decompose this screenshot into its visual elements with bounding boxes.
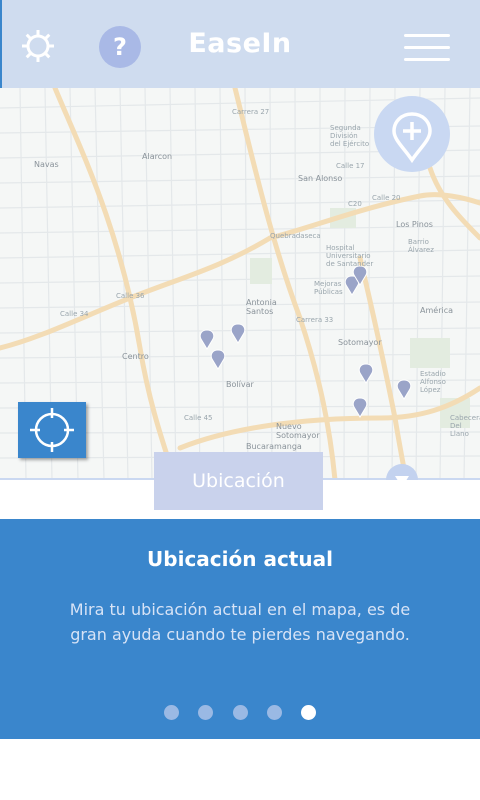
- map-label: Cabecera Del Llano: [450, 414, 480, 438]
- map-label: Estadio Alfonso López: [420, 370, 446, 394]
- map-label: Bolívar: [226, 380, 254, 389]
- page-indicator: [0, 705, 480, 721]
- top-bar: ? EaseIn: [0, 0, 480, 88]
- map-label: Mejoras Públicas: [314, 280, 343, 296]
- menu-icon[interactable]: [404, 32, 454, 64]
- gear-icon[interactable]: [20, 28, 56, 64]
- page-dot-active[interactable]: [300, 705, 316, 720]
- onboarding-screen: ? EaseIn Navas Alarcon San Alonso Segund…: [0, 0, 480, 800]
- map-label: Barrio Álvarez: [408, 238, 434, 254]
- map-label: Calle 20: [372, 194, 401, 202]
- map-label: Hospital Universitario de Santander: [326, 244, 374, 268]
- crosshair-icon: [30, 408, 74, 452]
- map-label: Quebradaseca: [270, 232, 321, 240]
- locate-me-button[interactable]: [18, 402, 86, 458]
- map-label: Nuevo Sotomayor: [276, 422, 320, 440]
- map-label: Calle 45: [184, 414, 213, 422]
- collapse-button[interactable]: [386, 464, 418, 480]
- map-label: Calle 17: [336, 162, 365, 170]
- map-label: Alarcon: [142, 152, 173, 161]
- location-button[interactable]: Ubicación: [154, 452, 323, 510]
- map-label: Antonia Santos: [246, 298, 277, 316]
- page-dot[interactable]: [232, 705, 248, 720]
- map-view[interactable]: Navas Alarcon San Alonso Segunda Divisió…: [0, 88, 480, 480]
- plus-pin-icon: [392, 112, 432, 164]
- map-label: Segunda División del Ejército: [330, 124, 370, 148]
- map-label: América: [420, 306, 453, 315]
- chevron-down-icon: [395, 476, 409, 480]
- map-label: Navas: [34, 160, 59, 169]
- zoom-in-button[interactable]: [374, 96, 450, 172]
- map-label: Los Pinos: [396, 220, 433, 229]
- map-label: Sotomayor: [338, 338, 382, 347]
- map-label: Centro: [122, 352, 149, 361]
- panel-title: Ubicación actual: [147, 547, 333, 571]
- page-dot[interactable]: [266, 705, 282, 720]
- map-label: C20: [348, 200, 362, 208]
- map-label: Calle 36: [116, 292, 145, 300]
- help-icon[interactable]: ?: [99, 26, 141, 68]
- panel-description: Mira tu ubicación actual en el mapa, es …: [69, 600, 411, 644]
- app-title: EaseIn: [188, 28, 292, 59]
- map-label: Calle 34: [60, 310, 89, 318]
- info-panel: Ubicación actual Mira tu ubicación actua…: [0, 519, 480, 739]
- map-label: Carrera 33: [296, 316, 334, 324]
- page-dot[interactable]: [198, 705, 214, 720]
- map-label: San Alonso: [298, 174, 343, 183]
- map-label: Bucaramanga: [246, 442, 302, 451]
- page-dot[interactable]: [164, 705, 180, 720]
- map-label: Carrera 27: [232, 108, 270, 116]
